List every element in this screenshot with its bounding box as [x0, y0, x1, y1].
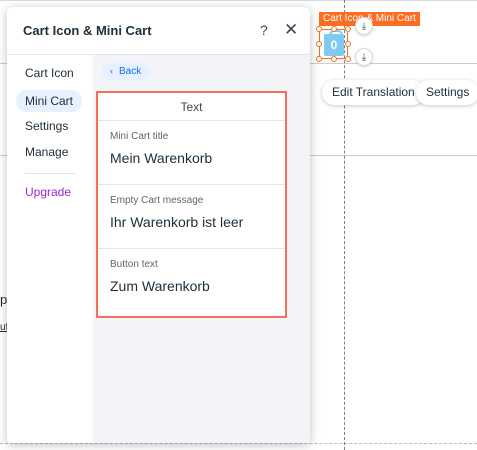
button-text-field: Button text: [98, 249, 285, 313]
cart-settings-panel: Cart Icon & Mini Cart ? ✕ Cart Icon Mini…: [7, 7, 310, 443]
edit-translation-button[interactable]: Edit Translation: [322, 80, 425, 105]
field-label: Button text: [110, 259, 158, 270]
canvas-top-line: [0, 0, 477, 1]
nav-item-mini-cart[interactable]: Mini Cart: [16, 90, 83, 112]
resize-handle[interactable]: [345, 56, 351, 62]
download-icon[interactable]: ⤓: [355, 17, 373, 35]
panel-nav: Cart Icon Mini Cart Settings Manage Upgr…: [7, 55, 93, 443]
mini-cart-title-input[interactable]: [110, 150, 280, 166]
empty-cart-message-field: Empty Cart message: [98, 185, 285, 249]
empty-cart-message-input[interactable]: [110, 214, 280, 230]
close-icon[interactable]: ✕: [284, 20, 298, 40]
back-button[interactable]: ‹ Back: [102, 63, 150, 80]
help-icon[interactable]: ?: [260, 22, 268, 38]
panel-title: Cart Icon & Mini Cart: [23, 23, 152, 38]
element-settings-button[interactable]: Settings: [416, 80, 477, 105]
chevron-left-icon: ‹: [110, 66, 113, 76]
field-label: Mini Cart title: [110, 131, 169, 142]
button-text-input[interactable]: [110, 278, 280, 294]
resize-handle[interactable]: [345, 26, 351, 32]
resize-handle[interactable]: [316, 26, 322, 32]
section-title: Text: [98, 93, 285, 121]
canvas-bottom-guide: [0, 443, 477, 444]
resize-handle[interactable]: [345, 41, 351, 47]
shopping-bag-icon: 0: [324, 30, 344, 56]
mini-cart-title-field: Mini Cart title: [98, 121, 285, 185]
resize-handle[interactable]: [331, 26, 337, 32]
text-settings-card: Text Mini Cart title Empty Cart message …: [96, 91, 287, 318]
resize-handle[interactable]: [316, 41, 322, 47]
nav-item-manage[interactable]: Manage: [16, 141, 77, 163]
nav-divider: [25, 173, 75, 174]
nav-item-settings[interactable]: Settings: [16, 115, 77, 137]
nav-item-cart-icon[interactable]: Cart Icon: [16, 62, 83, 84]
download-icon[interactable]: ⤓: [355, 48, 373, 66]
cart-icon-element[interactable]: 0: [316, 26, 351, 62]
cart-count: 0: [330, 38, 338, 52]
upgrade-link[interactable]: Upgrade: [16, 181, 80, 203]
back-button-label: Back: [119, 66, 142, 77]
resize-handle[interactable]: [316, 56, 322, 62]
resize-handle[interactable]: [331, 56, 337, 62]
panel-content: ‹ Back Text Mini Cart title Empty Cart me…: [93, 55, 310, 443]
field-label: Empty Cart message: [110, 195, 204, 206]
panel-header: Cart Icon & Mini Cart ? ✕: [7, 7, 310, 55]
canvas-vertical-guide: [344, 0, 345, 450]
